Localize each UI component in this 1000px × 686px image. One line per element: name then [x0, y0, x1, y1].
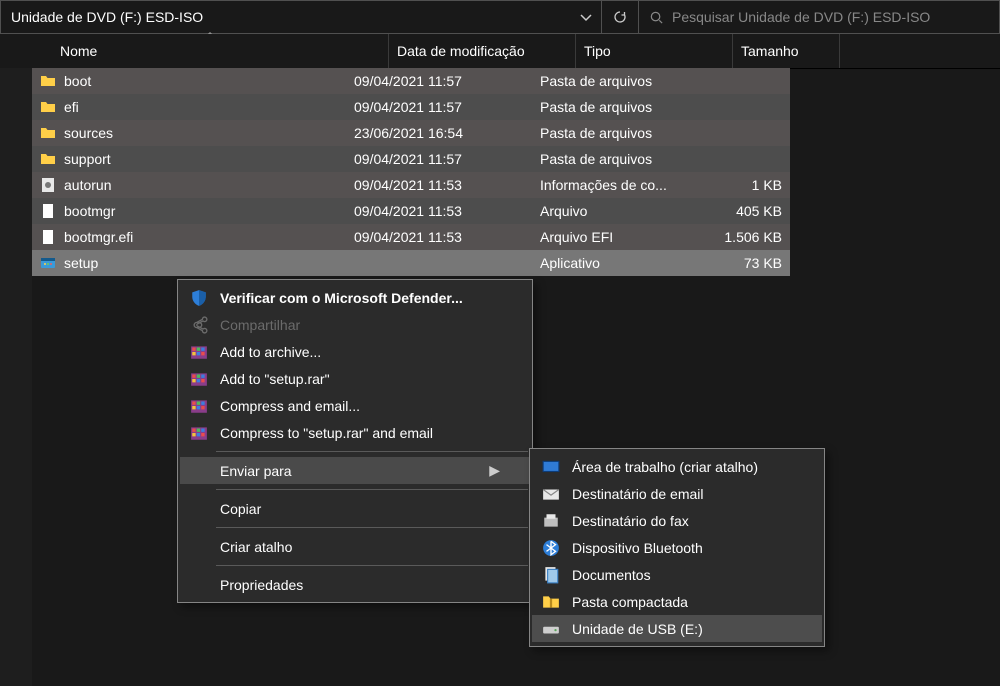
menu-copy[interactable]: Copiar [180, 495, 530, 522]
file-row[interactable]: autorun 09/04/2021 11:53 Informações de … [32, 172, 790, 198]
file-row[interactable]: bootmgr.efi 09/04/2021 11:53 Arquivo EFI… [32, 224, 790, 250]
sort-indicator-icon: ˆ [208, 32, 211, 43]
submenu-arrow-icon: ▶ [489, 462, 500, 479]
address-bar[interactable]: Unidade de DVD (F:) ESD-ISO [0, 0, 602, 34]
explorer-window: Unidade de DVD (F:) ESD-ISO Pesquisar Un… [0, 0, 1000, 686]
menu-properties[interactable]: Propriedades [180, 571, 530, 598]
folder-icon [40, 73, 56, 89]
menu-compress-setup-email[interactable]: Compress to "setup.rar" and email [180, 419, 530, 446]
menu-defender[interactable]: Verificar com o Microsoft Defender... [180, 284, 530, 311]
winrar-icon [190, 424, 208, 442]
menu-send-to[interactable]: Enviar para ▶ [180, 457, 530, 484]
column-date[interactable]: Data de modificação [389, 34, 576, 68]
file-row[interactable]: efi 09/04/2021 11:57 Pasta de arquivos [32, 94, 790, 120]
search-placeholder: Pesquisar Unidade de DVD (F:) ESD-ISO [672, 9, 930, 25]
column-size[interactable]: Tamanho [733, 34, 840, 68]
column-headers: ˆ Nome Data de modificação Tipo Tamanho [0, 34, 1000, 69]
mail-icon [542, 485, 560, 503]
documents-icon [542, 566, 560, 584]
menu-add-archive[interactable]: Add to archive... [180, 338, 530, 365]
tree-gutter [0, 68, 32, 686]
address-text: Unidade de DVD (F:) ESD-ISO [1, 9, 571, 25]
menu-share: Compartilhar [180, 311, 530, 338]
refresh-icon [612, 9, 628, 25]
chevron-down-icon [578, 9, 594, 25]
file-row-selected[interactable]: setup Aplicativo 73 KB [32, 250, 790, 276]
menu-create-shortcut[interactable]: Criar atalho [180, 533, 530, 560]
sendto-desktop[interactable]: Área de trabalho (criar atalho) [532, 453, 822, 480]
bluetooth-icon [542, 539, 560, 557]
shield-icon [190, 289, 208, 307]
menu-separator [216, 451, 528, 452]
sendto-mail[interactable]: Destinatário de email [532, 480, 822, 507]
top-bar: Unidade de DVD (F:) ESD-ISO Pesquisar Un… [0, 0, 1000, 34]
inf-file-icon [40, 177, 56, 193]
file-row[interactable]: boot 09/04/2021 11:57 Pasta de arquivos [32, 68, 790, 94]
sendto-zip[interactable]: Pasta compactada [532, 588, 822, 615]
fax-icon [542, 512, 560, 530]
menu-compress-email[interactable]: Compress and email... [180, 392, 530, 419]
refresh-button[interactable] [602, 0, 639, 34]
drive-icon [542, 620, 560, 638]
file-row[interactable]: sources 23/06/2021 16:54 Pasta de arquiv… [32, 120, 790, 146]
sendto-submenu: Área de trabalho (criar atalho) Destinat… [529, 448, 825, 647]
column-type[interactable]: Tipo [576, 34, 733, 68]
exe-icon [40, 255, 56, 271]
file-icon [40, 229, 56, 245]
context-menu: Verificar com o Microsoft Defender... Co… [177, 279, 533, 603]
file-row[interactable]: bootmgr 09/04/2021 11:53 Arquivo 405 KB [32, 198, 790, 224]
folder-icon [40, 99, 56, 115]
desktop-icon [542, 458, 560, 476]
menu-separator [216, 565, 528, 566]
menu-add-setup-rar[interactable]: Add to "setup.rar" [180, 365, 530, 392]
column-name[interactable]: ˆ Nome [32, 34, 389, 68]
file-row[interactable]: support 09/04/2021 11:57 Pasta de arquiv… [32, 146, 790, 172]
search-box[interactable]: Pesquisar Unidade de DVD (F:) ESD-ISO [639, 0, 1000, 34]
menu-separator [216, 489, 528, 490]
folder-icon [40, 125, 56, 141]
sendto-documents[interactable]: Documentos [532, 561, 822, 588]
address-history-button[interactable] [571, 9, 601, 25]
winrar-icon [190, 370, 208, 388]
menu-separator [216, 527, 528, 528]
winrar-icon [190, 397, 208, 415]
sendto-fax[interactable]: Destinatário do fax [532, 507, 822, 534]
sendto-usb[interactable]: Unidade de USB (E:) [532, 615, 822, 642]
search-icon [649, 10, 664, 25]
share-icon [190, 316, 208, 334]
winrar-icon [190, 343, 208, 361]
file-icon [40, 203, 56, 219]
sendto-bluetooth[interactable]: Dispositivo Bluetooth [532, 534, 822, 561]
zip-folder-icon [542, 593, 560, 611]
folder-icon [40, 151, 56, 167]
